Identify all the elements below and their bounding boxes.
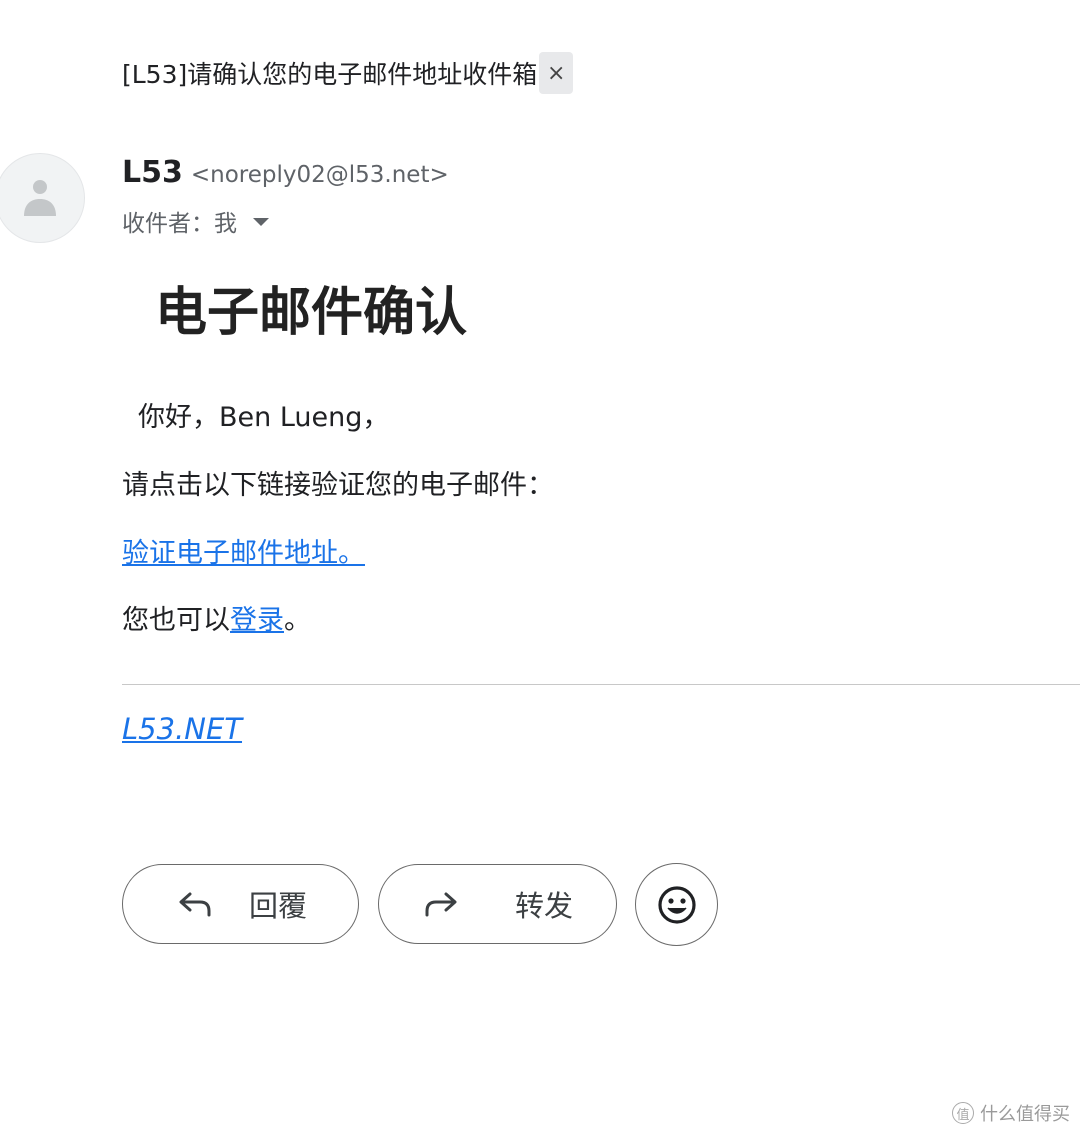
reply-button[interactable]: 回覆 — [122, 864, 359, 944]
email-subject: [L53]请确认您的电子邮件地址收件箱 — [122, 55, 537, 91]
subject-row: [L53]请确认您的电子邮件地址收件箱 × — [122, 52, 574, 94]
verify-email-link[interactable]: 验证电子邮件地址。 — [122, 531, 365, 570]
login-suffix: 。 — [284, 605, 311, 636]
show-details-caret-icon[interactable] — [253, 218, 269, 226]
remove-label-button[interactable]: × — [539, 52, 574, 94]
watermark-text: 什么值得买 — [980, 1104, 1070, 1125]
forward-icon — [424, 891, 458, 917]
watermark-logo: 值 — [952, 1102, 974, 1124]
login-line: 您也可以登录。 — [122, 598, 311, 637]
reply-label: 回覆 — [249, 889, 308, 923]
login-prefix: 您也可以 — [122, 605, 230, 636]
sender-email: <noreply02@l53.net> — [190, 162, 449, 188]
divider — [122, 684, 1080, 685]
greeting-text: 你好，Ben Lueng， — [138, 402, 390, 433]
forward-button[interactable]: 转发 — [378, 864, 617, 944]
reply-icon — [178, 891, 212, 917]
emoji-reaction-button[interactable] — [635, 863, 718, 946]
recipient-line: 收件者：我 — [122, 204, 269, 238]
recipient-text: 收件者：我 — [122, 211, 237, 237]
email-view: [L53]请确认您的电子邮件地址收件箱 × L53 <noreply02@l53… — [0, 0, 1080, 1135]
inbox-label[interactable]: 收件箱 — [462, 60, 537, 89]
forward-label: 转发 — [515, 889, 574, 923]
watermark: 值 什么值得买 — [952, 1100, 1070, 1126]
person-icon — [24, 180, 56, 216]
sender-line: L53 <noreply02@l53.net> — [122, 155, 449, 190]
email-headline: 电子邮件确认 — [155, 283, 468, 343]
emoji-smile-icon — [657, 885, 696, 924]
sender-name[interactable]: L53 — [122, 155, 183, 190]
login-link[interactable]: 登录 — [230, 605, 284, 636]
sender-avatar[interactable] — [0, 153, 85, 243]
instruction-text: 请点击以下链接验证您的电子邮件： — [122, 470, 554, 501]
subject-text: [L53]请确认您的电子邮件地址 — [122, 60, 463, 89]
footer-site-link[interactable]: L53.NET — [122, 712, 242, 746]
